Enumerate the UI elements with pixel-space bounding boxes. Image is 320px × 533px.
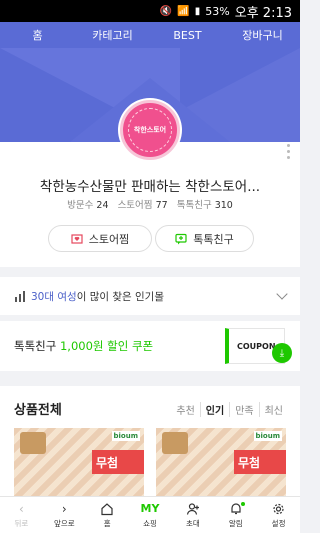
notification-label: 알림	[228, 518, 243, 528]
visits-count: 24	[96, 200, 109, 211]
sort-recommend[interactable]: 추천	[171, 402, 199, 417]
mute-icon: 🔇	[159, 5, 173, 17]
favorites-count: 77	[155, 200, 168, 211]
popular-gender: 여성	[57, 290, 77, 303]
store-favorite-button[interactable]: 스토어찜	[48, 225, 152, 252]
sort-popular[interactable]: 인기	[199, 402, 229, 417]
talk-friend-label: 톡톡친구	[193, 232, 234, 246]
chevron-left-icon: ‹	[19, 501, 24, 516]
home-button[interactable]: 홈	[86, 497, 129, 533]
download-icon[interactable]: ⤓	[272, 343, 292, 363]
product-brand-label: bioum	[253, 431, 282, 441]
my-label: MY	[140, 501, 160, 515]
talk-plus-icon	[175, 233, 187, 244]
chevron-right-icon: ›	[61, 501, 67, 516]
store-logo-text: 착한스토어	[128, 108, 172, 152]
sort-satisfaction[interactable]: 만족	[229, 402, 258, 417]
store-favorite-label: 스토어찜	[88, 232, 130, 246]
status-bar: 🔇 📶 ▮ 53% 오후 2:13	[0, 0, 300, 22]
popular-rest: 이 많이 찾은 인기몰	[76, 290, 164, 303]
top-nav: 홈 카테고리 BEST 장바구니	[0, 22, 300, 48]
chevron-down-icon[interactable]	[276, 288, 288, 300]
back-button[interactable]: ‹ 뒤로	[0, 497, 43, 533]
popular-store-banner[interactable]: 30대 여성이 많이 찾은 인기몰	[0, 277, 300, 315]
coupon-prefix: 톡톡친구	[14, 339, 57, 353]
settings-button[interactable]: 설정	[257, 497, 300, 533]
coupon-banner[interactable]: 톡톡친구 1,000원 할인 쿠폰 COUPON	[0, 321, 300, 371]
back-label: 뒤로	[14, 518, 29, 528]
talk-friend-button[interactable]: 톡톡친구	[155, 225, 254, 252]
product-brand-label: bioum	[111, 431, 140, 441]
more-options-icon[interactable]	[287, 144, 290, 159]
gear-icon	[273, 503, 284, 514]
clock: 오후 2:13	[234, 5, 292, 21]
bar-chart-icon	[15, 290, 25, 302]
products-title: 상품전체	[14, 403, 62, 418]
heart-store-icon	[71, 233, 83, 244]
tab-cart[interactable]: 장바구니	[225, 22, 300, 48]
invite-button[interactable]: 초대	[171, 497, 214, 533]
products-section: 상품전체 추천 인기 만족 최신 bioum 무첨 bioum 무첨	[0, 386, 300, 496]
product-thumbnail[interactable]: bioum 무첨	[156, 428, 286, 496]
forward-button[interactable]: › 앞으로	[43, 497, 86, 533]
forward-label: 앞으로	[53, 518, 75, 528]
sort-options: 추천 인기 만족 최신	[171, 402, 288, 417]
bell-icon	[230, 501, 245, 516]
store-stats: 방문수 24 스토어찜 77 톡톡친구 310	[0, 197, 300, 211]
product-tag: 무첨	[92, 450, 144, 474]
notification-dot	[240, 501, 245, 506]
visits-label: 방문수	[67, 200, 94, 211]
tab-category[interactable]: 카테고리	[75, 22, 150, 48]
favorites-label: 스토어찜	[117, 200, 153, 211]
add-person-icon	[186, 502, 199, 515]
sort-latest[interactable]: 최신	[258, 402, 288, 417]
battery-level: 53%	[205, 4, 230, 18]
tab-best[interactable]: BEST	[150, 22, 225, 48]
store-logo: 착한스토어	[120, 100, 180, 160]
product-image-detail	[20, 432, 46, 454]
coupon-amount: 1,000원 할인 쿠폰	[59, 339, 154, 353]
product-thumbnail[interactable]: bioum 무첨	[14, 428, 144, 496]
home-label: 홈	[103, 518, 111, 528]
home-icon	[101, 502, 113, 515]
wifi-icon: 📶	[177, 5, 190, 17]
store-name: 착한농수산물만 판매하는 착한스토어...	[39, 179, 261, 195]
invite-label: 초대	[185, 518, 200, 528]
signal-icon: ▮	[194, 5, 201, 17]
bottom-toolbar: ‹ 뒤로 › 앞으로 홈 MY 쇼핑 초대 알림 설정	[0, 496, 300, 533]
coupon-text: 톡톡친구 1,000원 할인 쿠폰	[14, 338, 153, 354]
notification-button[interactable]: 알림	[214, 497, 257, 533]
friends-count: 310	[214, 200, 233, 211]
popular-age: 30대	[31, 290, 55, 303]
my-shopping-button[interactable]: MY 쇼핑	[129, 497, 172, 533]
product-tag: 무첨	[234, 450, 286, 474]
settings-label: 설정	[271, 518, 286, 528]
product-image-detail	[162, 432, 188, 454]
shopping-label: 쇼핑	[143, 518, 157, 528]
tab-home[interactable]: 홈	[0, 22, 75, 48]
friends-label: 톡톡친구	[176, 200, 212, 211]
